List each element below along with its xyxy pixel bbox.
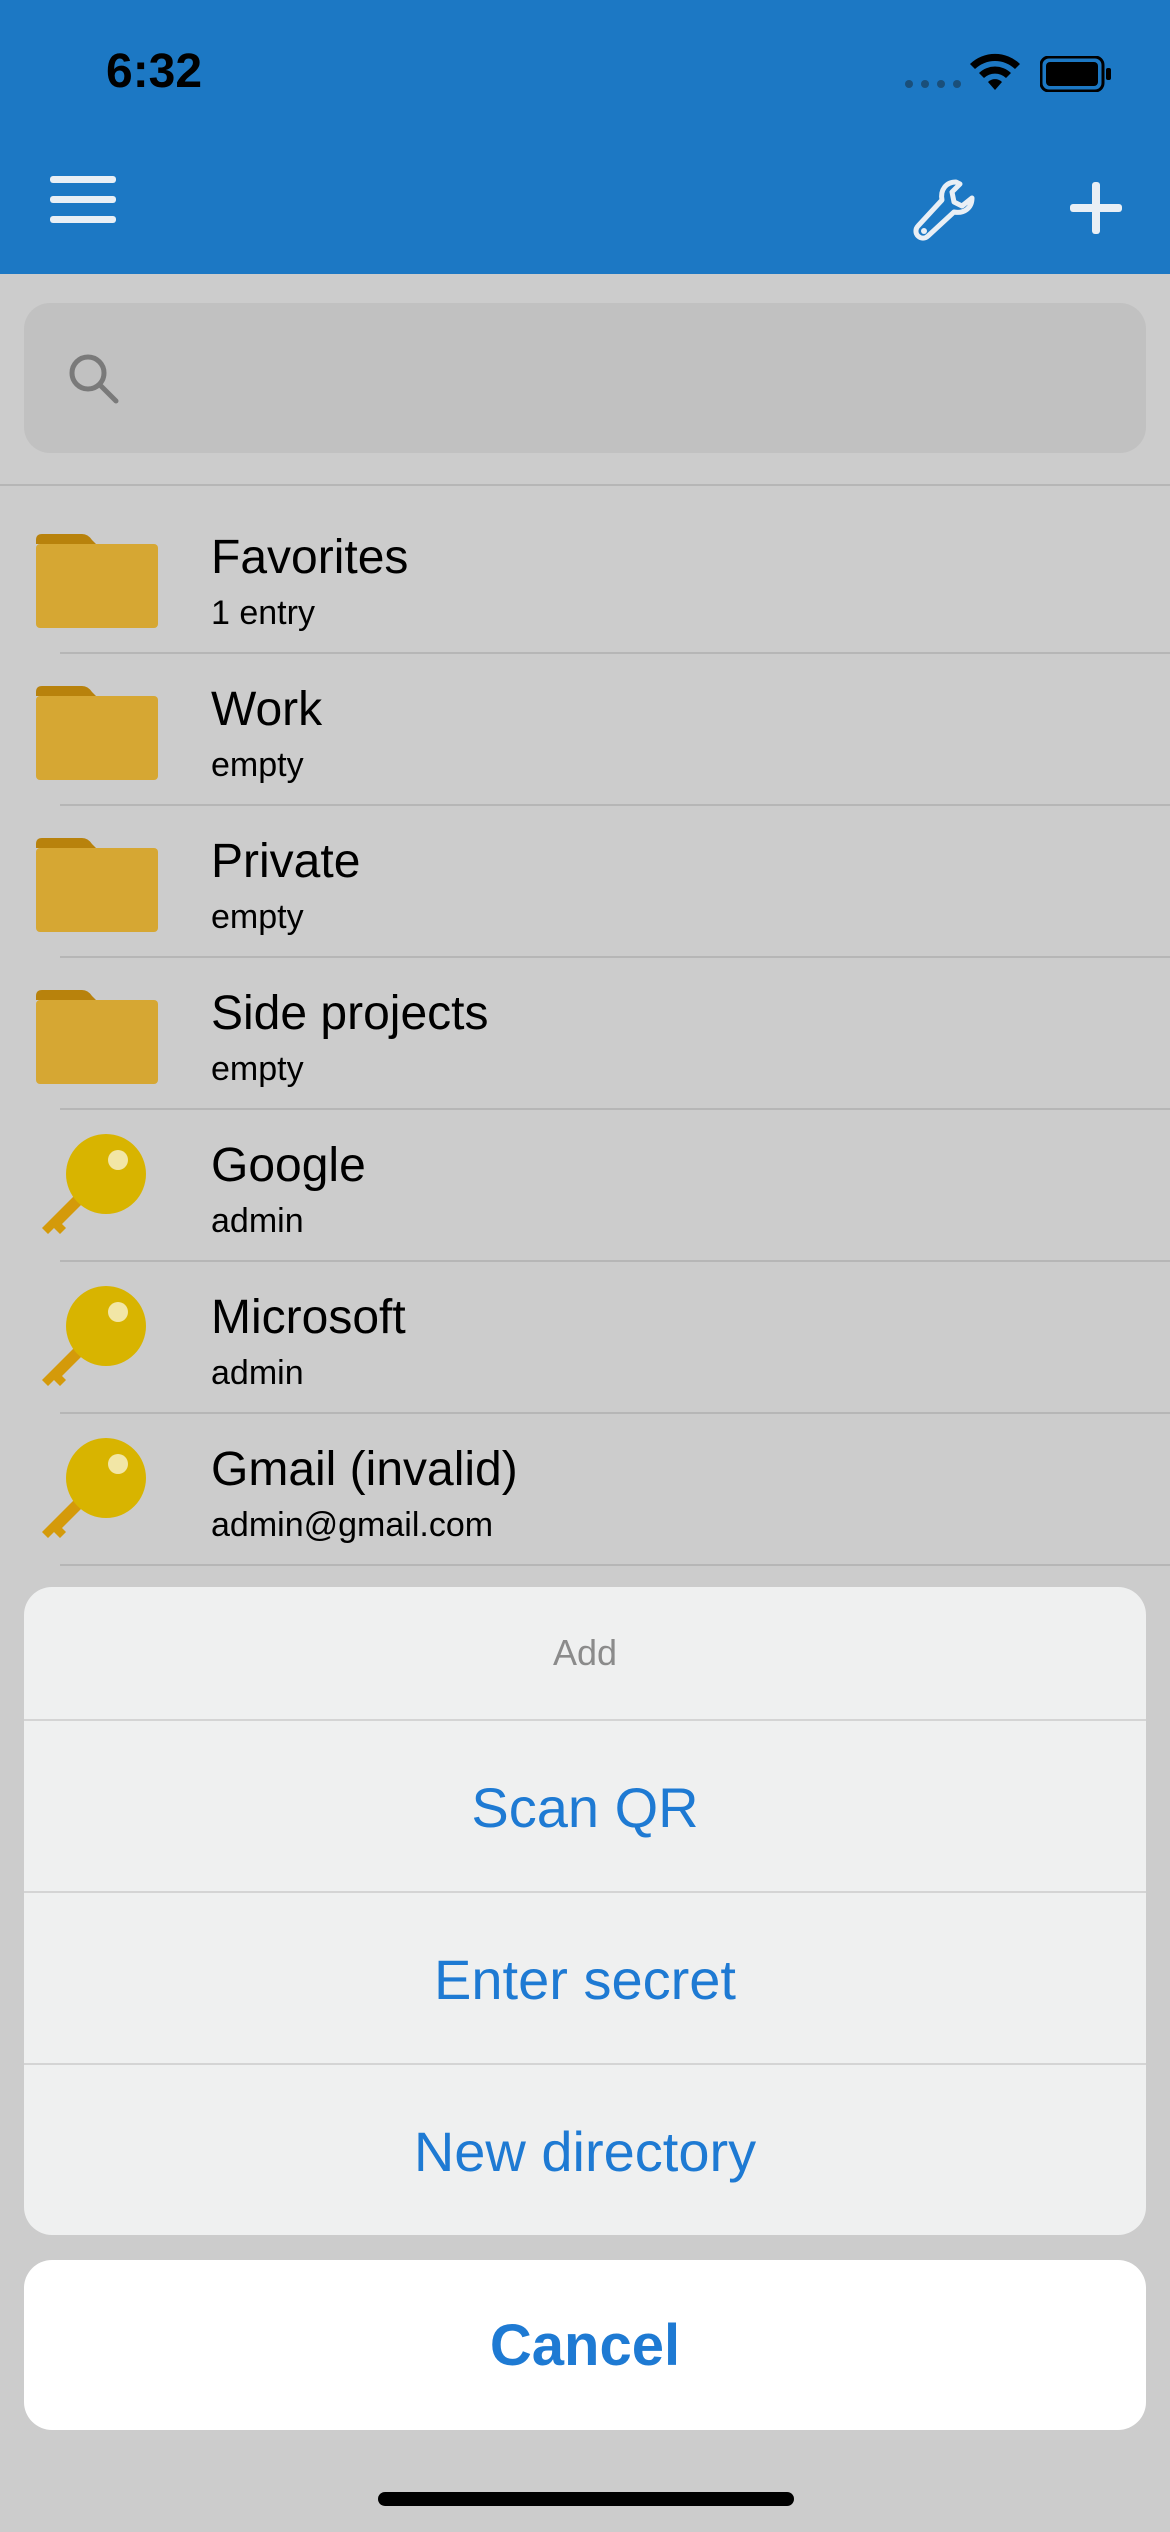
item-subtitle: empty	[211, 1050, 304, 1088]
navigation-bar	[0, 140, 1170, 274]
list-item-private[interactable]: Private empty	[0, 806, 1170, 958]
scan-qr-button[interactable]: Scan QR	[24, 1719, 1146, 1893]
battery-icon	[1040, 56, 1111, 92]
cellular-signal-icon	[905, 80, 961, 88]
list-item-work[interactable]: Work empty	[0, 654, 1170, 806]
hamburger-menu-icon[interactable]	[50, 174, 116, 226]
divider	[60, 1564, 1170, 1566]
new-directory-button[interactable]: New directory	[24, 2063, 1146, 2235]
item-title: Google	[211, 1139, 366, 1192]
item-title: Favorites	[211, 531, 409, 584]
folder-icon	[36, 534, 158, 628]
folder-icon	[36, 990, 158, 1084]
item-title: Microsoft	[211, 1291, 406, 1344]
list-item-gmail[interactable]: Gmail (invalid) admin@gmail.com	[0, 1414, 1170, 1566]
key-icon	[42, 1134, 146, 1234]
item-subtitle: admin	[211, 1354, 304, 1392]
key-icon	[42, 1438, 146, 1538]
plus-icon[interactable]	[1070, 182, 1122, 234]
item-title: Private	[211, 835, 361, 888]
item-subtitle: empty	[211, 746, 304, 784]
wifi-icon	[970, 53, 1020, 90]
list-item-favorites[interactable]: Favorites 1 entry	[0, 502, 1170, 654]
list-item-side-projects[interactable]: Side projects empty	[0, 958, 1170, 1110]
search-input[interactable]	[114, 303, 1118, 455]
list-top-divider	[0, 484, 1170, 486]
folder-icon	[36, 838, 158, 932]
item-subtitle: admin	[211, 1202, 304, 1240]
status-time: 6:32	[106, 45, 203, 98]
cancel-button[interactable]: Cancel	[24, 2260, 1146, 2430]
action-sheet: Add Scan QR Enter secret New directory	[24, 1587, 1146, 2235]
action-sheet-title: Add	[552, 1632, 618, 1673]
item-title: Gmail (invalid)	[211, 1443, 518, 1496]
wrench-icon[interactable]	[910, 176, 982, 248]
key-icon	[42, 1286, 146, 1386]
search-bar[interactable]	[24, 303, 1146, 455]
folder-icon	[36, 686, 158, 780]
item-title: Side projects	[211, 987, 489, 1040]
item-subtitle: empty	[211, 898, 304, 936]
item-subtitle: 1 entry	[211, 594, 315, 632]
home-indicator	[378, 2492, 794, 2506]
item-title: Work	[211, 683, 323, 736]
status-bar: 6:32	[0, 0, 1170, 140]
list-item-google[interactable]: Google admin	[0, 1110, 1170, 1262]
enter-secret-button[interactable]: Enter secret	[24, 1891, 1146, 2065]
search-icon	[69, 354, 119, 404]
item-subtitle: admin@gmail.com	[211, 1506, 494, 1544]
list-item-microsoft[interactable]: Microsoft admin	[0, 1262, 1170, 1414]
